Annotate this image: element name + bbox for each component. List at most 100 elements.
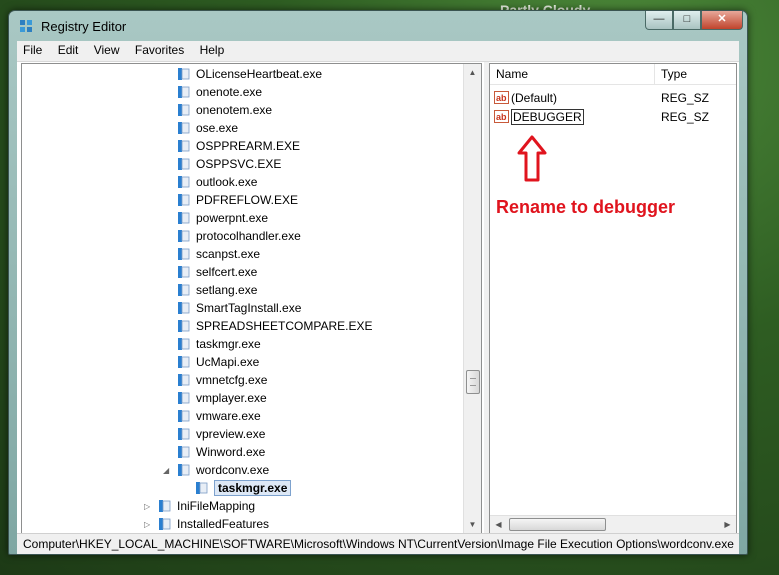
tree-item[interactable]: taskmgr.exe xyxy=(177,335,261,353)
list-row-default[interactable]: ab (Default) xyxy=(494,89,557,107)
tree-item[interactable]: vmware.exe xyxy=(177,407,261,425)
status-bar-path: Computer\HKEY_LOCAL_MACHINE\SOFTWARE\Mic… xyxy=(17,533,739,554)
folder-icon xyxy=(177,139,191,153)
tree-item[interactable]: SmartTagInstall.exe xyxy=(177,299,301,317)
menu-file[interactable]: File xyxy=(17,41,48,60)
menu-favorites[interactable]: Favorites xyxy=(129,41,190,60)
folder-icon xyxy=(177,373,191,387)
folder-icon xyxy=(177,175,191,189)
tree-item[interactable]: onenote.exe xyxy=(177,83,262,101)
menu-help[interactable]: Help xyxy=(194,41,231,60)
title-bar[interactable]: Registry Editor — □ ✕ xyxy=(9,11,747,41)
folder-icon xyxy=(177,409,191,423)
tree-item-label: wordconv.exe xyxy=(196,463,270,477)
expanded-triangle-icon[interactable]: ◢ xyxy=(163,462,173,480)
tree-item[interactable]: onenotem.exe xyxy=(177,101,272,119)
minimize-button[interactable]: — xyxy=(645,11,673,30)
tree-item[interactable]: UcMapi.exe xyxy=(177,353,259,371)
folder-icon xyxy=(177,265,191,279)
tree-item-label: OSPPREARM.EXE xyxy=(196,139,301,153)
scroll-left-arrow-icon[interactable]: ◀ xyxy=(490,516,507,533)
folder-icon xyxy=(177,463,191,477)
list-row-debugger[interactable]: ab DEBUGGER xyxy=(494,108,584,126)
folder-icon xyxy=(177,319,191,333)
tree-item[interactable]: scanpst.exe xyxy=(177,245,260,263)
folder-icon xyxy=(158,499,172,513)
tree-item-label: onenotem.exe xyxy=(196,103,273,117)
collapsed-triangle-icon[interactable]: ▷ xyxy=(144,498,154,516)
tree-item[interactable]: vpreview.exe xyxy=(177,425,265,443)
registry-tree: OLicenseHeartbeat.exe onenote.exe onenotem… xyxy=(21,63,482,534)
tree-item[interactable]: ose.exe xyxy=(177,119,238,137)
folder-icon xyxy=(177,301,191,315)
tree-item[interactable]: vmnetcfg.exe xyxy=(177,371,267,389)
scroll-up-arrow-icon[interactable]: ▲ xyxy=(464,64,481,81)
maximize-button[interactable]: □ xyxy=(673,11,701,30)
tree-item[interactable]: outlook.exe xyxy=(177,173,257,191)
tree-item-label: taskmgr.exe xyxy=(214,480,292,496)
tree-item[interactable]: OLicenseHeartbeat.exe xyxy=(177,65,322,83)
tree-item[interactable]: powerpnt.exe xyxy=(177,209,268,227)
registry-app-icon xyxy=(19,19,33,33)
string-value-icon: ab xyxy=(494,91,509,105)
tree-item[interactable]: OSPPREARM.EXE xyxy=(177,137,300,155)
tree-item-label: vmplayer.exe xyxy=(196,391,267,405)
tree-item-expanded[interactable]: ◢ wordconv.exe xyxy=(163,461,269,479)
tree-item-label: ose.exe xyxy=(196,121,239,135)
tree-item[interactable]: selfcert.exe xyxy=(177,263,257,281)
tree-item-label: protocolhandler.exe xyxy=(196,229,301,243)
tree-item-label: IniFileMapping xyxy=(177,499,256,513)
tree-item-label: InstalledFeatures xyxy=(177,517,270,531)
scroll-down-arrow-icon[interactable]: ▼ xyxy=(464,516,481,533)
value-type: REG_SZ xyxy=(661,91,710,105)
tree-item-label: outlook.exe xyxy=(196,175,258,189)
value-type: REG_SZ xyxy=(661,110,710,124)
scroll-right-arrow-icon[interactable]: ▶ xyxy=(719,516,736,533)
tree-item[interactable]: OSPPSVC.EXE xyxy=(177,155,281,173)
close-button[interactable]: ✕ xyxy=(701,11,743,30)
tree-vertical-scrollbar[interactable]: ▲ ▼ xyxy=(463,64,481,533)
folder-icon xyxy=(177,103,191,117)
tree-items: OLicenseHeartbeat.exe onenote.exe onenotem… xyxy=(22,64,464,533)
folder-icon xyxy=(177,337,191,351)
collapsed-triangle-icon[interactable]: ▷ xyxy=(144,516,154,533)
tree-item-label: vmnetcfg.exe xyxy=(196,373,268,387)
tree-item[interactable]: setlang.exe xyxy=(177,281,257,299)
tree-item[interactable]: ▷ InstalledFeatures xyxy=(144,515,269,533)
value-name: (Default) xyxy=(511,91,558,105)
string-value-icon: ab xyxy=(494,110,509,124)
folder-icon xyxy=(195,481,209,495)
tree-item-label: vmware.exe xyxy=(196,409,261,423)
horizontal-scroll-thumb[interactable] xyxy=(509,518,606,531)
tree-item[interactable]: Winword.exe xyxy=(177,443,265,461)
folder-icon xyxy=(177,355,191,369)
tree-item-label: SPREADSHEETCOMPARE.EXE xyxy=(196,319,373,333)
tree-item[interactable]: protocolhandler.exe xyxy=(177,227,301,245)
column-header-type[interactable]: Type xyxy=(661,67,687,81)
folder-icon xyxy=(177,229,191,243)
folder-icon xyxy=(177,193,191,207)
rename-edit-box[interactable]: DEBUGGER xyxy=(511,109,584,125)
tree-item-label: onenote.exe xyxy=(196,85,263,99)
tree-item[interactable]: ▷ IniFileMapping xyxy=(144,497,255,515)
tree-item-label: Winword.exe xyxy=(196,445,266,459)
tree-item-label: SmartTagInstall.exe xyxy=(196,301,302,315)
tree-item-label: PDFREFLOW.EXE xyxy=(196,193,299,207)
tree-item[interactable]: vmplayer.exe xyxy=(177,389,267,407)
tree-item-selected[interactable]: taskmgr.exe xyxy=(195,479,292,497)
tree-item-label: scanpst.exe xyxy=(196,247,261,261)
svg-text:ab: ab xyxy=(496,93,507,103)
tree-item[interactable]: PDFREFLOW.EXE xyxy=(177,191,298,209)
list-horizontal-scrollbar[interactable]: ◀ ▶ xyxy=(490,515,736,533)
client-area: OLicenseHeartbeat.exe onenote.exe onenotem… xyxy=(17,62,739,534)
scroll-thumb[interactable] xyxy=(466,370,480,394)
tree-item-label: vpreview.exe xyxy=(196,427,266,441)
registry-editor-window: Registry Editor — □ ✕ File Edit View Fav… xyxy=(8,10,748,555)
tree-item-label: powerpnt.exe xyxy=(196,211,269,225)
column-header-name[interactable]: Name xyxy=(496,67,528,81)
menu-view[interactable]: View xyxy=(88,41,126,60)
annotation-text: Rename to debugger xyxy=(496,197,676,217)
menu-edit[interactable]: Edit xyxy=(52,41,85,60)
tree-item[interactable]: SPREADSHEETCOMPARE.EXE xyxy=(177,317,372,335)
window-title: Registry Editor xyxy=(41,19,127,34)
